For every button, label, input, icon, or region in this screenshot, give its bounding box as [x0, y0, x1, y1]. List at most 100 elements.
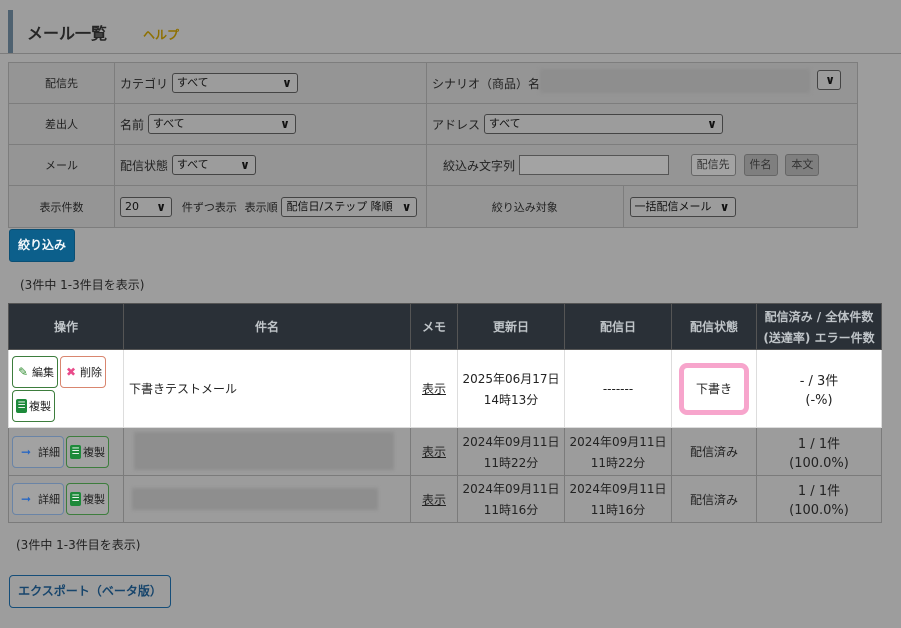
- state-highlight: 下書き: [679, 362, 749, 415]
- export-button[interactable]: エクスポート（ベータ版）: [9, 575, 171, 608]
- updated-date: 2024年09月11日: [462, 434, 560, 449]
- row-ops: ➞ 詳細 ☰ 複製: [8, 427, 124, 476]
- row-memo[interactable]: 表示: [410, 349, 458, 428]
- narrow-button[interactable]: 絞り込み: [9, 229, 75, 262]
- target-destination-button[interactable]: 配信先: [690, 154, 736, 176]
- target-subject-button[interactable]: 件名: [743, 154, 778, 176]
- chevron-down-icon: ∨: [719, 199, 730, 214]
- sender-address-value: すべて: [488, 117, 521, 130]
- sent-time: 11時16分: [590, 503, 646, 517]
- row-memo[interactable]: 表示: [410, 427, 458, 476]
- delete-button[interactable]: ✖ 削除: [60, 355, 106, 388]
- row-stats: 1 / 1件 (100.0%): [756, 427, 882, 476]
- row-updated: 2025年06月17日 14時13分: [457, 349, 565, 428]
- copy-label: 複製: [83, 445, 105, 459]
- copy-icon: ☰: [70, 444, 81, 459]
- col-header-subject: 件名: [123, 303, 411, 350]
- scenario-label: シナリオ（商品）名: [432, 76, 541, 91]
- edit-button[interactable]: ✎ 編集: [12, 355, 58, 388]
- row-stats: 1 / 1件 (100.0%): [756, 475, 882, 523]
- delivery-state-label: 配信状態: [120, 158, 169, 173]
- order-label: 表示順: [244, 200, 278, 214]
- filter-target-select[interactable]: 一括配信メール ∨: [629, 196, 736, 217]
- subject-redacted: [132, 488, 378, 510]
- detail-button[interactable]: ➞ 詳細: [12, 483, 64, 515]
- stats-header-line1: 配信済み / 全体件数: [764, 309, 874, 324]
- detail-label: 詳細: [38, 493, 60, 506]
- row-updated: 2024年09月11日 11時16分: [457, 475, 565, 523]
- edit-label: 編集: [32, 365, 54, 379]
- chevron-down-icon: ∨: [282, 76, 292, 90]
- chevron-down-icon: ∨: [401, 199, 412, 214]
- filter-label-destination: 配信先: [8, 62, 115, 104]
- x-icon: ✖: [65, 364, 77, 379]
- filter-label-sender: 差出人: [8, 103, 115, 145]
- sender-name-value: すべて: [152, 117, 185, 130]
- sender-name-select[interactable]: すべて ∨: [147, 114, 296, 134]
- row-subject[interactable]: [123, 427, 411, 476]
- copy-button[interactable]: ☰ 複製: [12, 389, 55, 422]
- scenario-redacted: [540, 69, 810, 93]
- target-body-button[interactable]: 本文: [785, 154, 820, 176]
- memo-link[interactable]: 表示: [422, 493, 446, 507]
- category-value: すべて: [176, 76, 209, 89]
- result-count-bottom: (3件中 1-3件目を表示): [16, 538, 141, 552]
- table-row: ➞ 詳細 ☰ 複製 表示 2024年09月11日 11時16分 2024年09月11日 1…: [8, 475, 882, 523]
- stats-rate: (-%): [805, 392, 833, 408]
- col-header-stats: 配信済み / 全体件数 (送達率) エラー件数: [756, 303, 882, 350]
- sent-time: 11時22分: [590, 455, 646, 470]
- delivery-state-value: すべて: [176, 158, 209, 171]
- stats-header-line2: (送達率) エラー件数: [763, 330, 875, 345]
- updated-date: 2024年09月11日: [462, 482, 560, 496]
- row-subject[interactable]: [123, 475, 411, 523]
- memo-link[interactable]: 表示: [422, 445, 446, 459]
- pencil-icon: ✎: [17, 364, 29, 379]
- copy-icon: ☰: [70, 492, 81, 506]
- display-count-select[interactable]: 20 ∨: [120, 196, 172, 217]
- sender-address-label: アドレス: [432, 117, 481, 132]
- copy-button[interactable]: ☰ 複製: [66, 435, 109, 468]
- row-sent: -------: [564, 349, 672, 428]
- col-header-state: 配信状態: [671, 303, 757, 350]
- row-state: 下書き: [671, 349, 757, 428]
- filter-target-label: 絞り込み対象: [427, 186, 624, 227]
- copy-label: 複製: [83, 493, 105, 506]
- copy-label: 複製: [29, 399, 51, 413]
- col-header-ops: 操作: [8, 303, 124, 350]
- category-select[interactable]: すべて ∨: [171, 73, 298, 93]
- delivery-state-select[interactable]: すべて ∨: [171, 155, 256, 175]
- row-subject[interactable]: 下書きテストメール: [123, 349, 411, 428]
- filter-target-value: 一括配信メール: [634, 199, 712, 213]
- copy-button[interactable]: ☰ 複製: [66, 483, 109, 515]
- chevron-down-icon: ∨: [280, 117, 290, 131]
- row-state: 配信済み: [671, 427, 757, 476]
- sender-name-label: 名前: [120, 117, 145, 132]
- chevron-down-icon: ∨: [825, 73, 835, 87]
- row-memo[interactable]: 表示: [410, 475, 458, 523]
- chevron-down-icon: ∨: [156, 199, 166, 214]
- order-value: 配信日/ステップ 降順: [286, 199, 393, 213]
- order-select[interactable]: 配信日/ステップ 降順 ∨: [281, 196, 418, 217]
- detail-label: 詳細: [38, 445, 60, 459]
- copy-icon: ☰: [16, 398, 27, 413]
- help-link[interactable]: ヘルプ: [143, 26, 179, 43]
- keyword-input[interactable]: [518, 155, 669, 175]
- table-row: ➞ 詳細 ☰ 複製 表示 2024年09月11日 11時22分 2024年09月11日 1…: [8, 427, 882, 476]
- chevron-down-icon: ∨: [240, 158, 250, 172]
- updated-date: 2025年06月17日: [462, 371, 560, 386]
- display-count-suffix: 件ずつ表示: [181, 200, 237, 214]
- row-state: 配信済み: [671, 475, 757, 523]
- updated-time: 11時22分: [483, 455, 539, 470]
- stats-count: 1 / 1件: [797, 484, 841, 499]
- scenario-select[interactable]: ∨: [817, 70, 841, 90]
- page-header: メール一覧 ヘルプ: [0, 0, 901, 54]
- header-accent-bar: [8, 10, 13, 53]
- delete-label: 削除: [80, 365, 102, 379]
- updated-time: 11時16分: [483, 503, 539, 517]
- sender-address-select[interactable]: すべて ∨: [483, 114, 723, 134]
- detail-button[interactable]: ➞ 詳細: [12, 435, 64, 468]
- row-sent: 2024年09月11日 11時16分: [564, 475, 672, 523]
- display-count-value: 20: [125, 199, 139, 213]
- col-header-memo: メモ: [410, 303, 458, 350]
- memo-link[interactable]: 表示: [422, 382, 446, 396]
